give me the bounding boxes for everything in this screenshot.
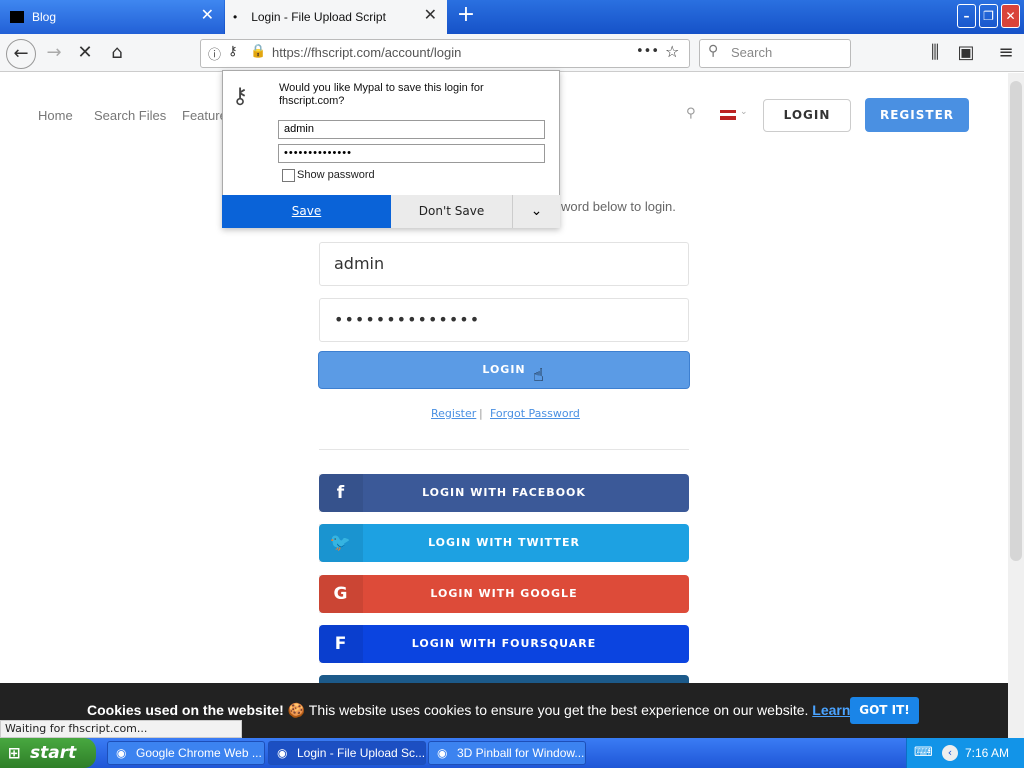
back-icon[interactable]: ← bbox=[6, 39, 36, 69]
show-password-checkbox[interactable] bbox=[282, 169, 295, 182]
popup-password-field[interactable]: •••••••••••••• bbox=[278, 144, 545, 163]
dont-save-button[interactable]: Don't Save bbox=[391, 195, 513, 228]
info-icon[interactable]: ⓘ bbox=[208, 44, 221, 63]
flag-icon[interactable] bbox=[720, 110, 736, 120]
twitter-icon: 🐦 bbox=[319, 524, 363, 562]
google-login-button[interactable]: G LOGIN WITH GOOGLE bbox=[319, 575, 689, 613]
task-browser[interactable]: ◉ Login - File Upload Sc... bbox=[268, 741, 426, 765]
chevron-down-icon[interactable]: ⌄ bbox=[513, 195, 560, 228]
next-social-button[interactable] bbox=[319, 675, 689, 683]
windows-logo-icon: ⊞ bbox=[8, 744, 21, 762]
restore-button[interactable]: ❐ bbox=[979, 4, 998, 28]
menu-icon[interactable]: ≡ bbox=[993, 42, 1019, 64]
password-field[interactable]: •••••••••••••• bbox=[319, 298, 689, 342]
minimize-button[interactable]: – bbox=[957, 4, 976, 28]
key-icon[interactable]: ⚷ bbox=[228, 44, 238, 59]
register-link[interactable]: Register bbox=[431, 407, 476, 420]
header-register-button[interactable]: REGISTER bbox=[865, 98, 969, 132]
facebook-login-label: LOGIN WITH FACEBOOK bbox=[422, 486, 586, 499]
twitter-login-button[interactable]: 🐦 LOGIN WITH TWITTER bbox=[319, 524, 689, 562]
header-login-button[interactable]: LOGIN bbox=[763, 99, 851, 132]
close-window-button[interactable]: ✕ bbox=[1001, 4, 1020, 28]
foursquare-icon: F bbox=[319, 625, 363, 663]
close-tab-icon[interactable]: ✕ bbox=[201, 8, 214, 24]
tab-login[interactable]: • Login - File Upload Script ✕ bbox=[225, 0, 447, 34]
foursquare-login-label: LOGIN WITH FOURSQUARE bbox=[411, 637, 597, 650]
lock-icon: 🔒 bbox=[250, 44, 267, 59]
home-icon[interactable]: ⌂ bbox=[104, 42, 130, 64]
app-icon: ◉ bbox=[437, 746, 448, 760]
url-text[interactable]: https://fhscript.com/account/login bbox=[272, 45, 461, 60]
username-field[interactable]: admin bbox=[319, 242, 689, 286]
scrollbar-thumb[interactable] bbox=[1010, 81, 1022, 561]
task-label: Google Chrome Web ... bbox=[136, 746, 262, 760]
key-icon: ⚷ bbox=[232, 84, 249, 109]
tray-arrow-icon[interactable]: ‹ bbox=[942, 745, 958, 761]
divider bbox=[319, 449, 689, 450]
hand-cursor-icon: ☝ bbox=[533, 365, 544, 386]
got-it-button[interactable]: GOT IT! bbox=[850, 697, 919, 724]
twitter-login-label: LOGIN WITH TWITTER bbox=[428, 536, 580, 549]
page-actions-icon[interactable]: ••• bbox=[636, 44, 659, 59]
search-icon: ⚲ bbox=[708, 43, 719, 59]
google-icon: G bbox=[319, 575, 363, 613]
tab-label: Blog bbox=[32, 10, 57, 24]
facebook-icon: f bbox=[319, 474, 363, 512]
new-tab-button[interactable]: + bbox=[455, 4, 477, 26]
status-bar: Waiting for fhscript.com... bbox=[0, 720, 242, 738]
task-label: Login - File Upload Sc... bbox=[297, 746, 426, 760]
clock: 7:16 AM bbox=[965, 746, 1010, 760]
close-tab-icon[interactable]: ✕ bbox=[424, 8, 437, 24]
google-login-label: LOGIN WITH GOOGLE bbox=[430, 587, 578, 600]
site-search-icon[interactable]: ⚲ bbox=[686, 106, 696, 121]
forward-icon[interactable]: → bbox=[41, 42, 67, 64]
sidebar-icon[interactable]: ▣ bbox=[953, 42, 979, 64]
stop-icon[interactable]: ✕ bbox=[72, 42, 98, 64]
task-chrome[interactable]: ◉ Google Chrome Web ... bbox=[107, 741, 265, 765]
start-button[interactable]: ⊞ start bbox=[0, 738, 96, 768]
search-placeholder: Search bbox=[731, 45, 773, 60]
link-separator: | bbox=[479, 407, 483, 420]
nav-home[interactable]: Home bbox=[38, 108, 73, 123]
task-label: 3D Pinball for Window... bbox=[457, 746, 585, 760]
forgot-password-link[interactable]: Forgot Password bbox=[490, 407, 580, 420]
popup-username-field[interactable]: admin bbox=[278, 120, 545, 139]
bookmark-star-icon[interactable]: ☆ bbox=[665, 42, 679, 61]
tab-label: Login - File Upload Script bbox=[251, 10, 386, 24]
favicon-icon bbox=[10, 11, 24, 23]
keyboard-icon[interactable]: ⌨ bbox=[914, 745, 933, 760]
scrollbar[interactable] bbox=[1008, 73, 1024, 738]
app-icon: ◉ bbox=[277, 746, 288, 760]
cookie-title: Cookies used on the website! bbox=[87, 702, 284, 718]
save-password-button[interactable]: Save bbox=[222, 195, 391, 228]
tab-blog[interactable]: Blog ✕ bbox=[0, 0, 224, 34]
nav-search-files[interactable]: Search Files bbox=[94, 108, 166, 123]
app-icon: ◉ bbox=[116, 746, 127, 760]
start-label: start bbox=[30, 743, 77, 763]
login-submit-button[interactable]: LOGIN bbox=[318, 351, 690, 389]
cookie-message: Cookies used on the website! 🍪 This webs… bbox=[87, 702, 889, 719]
login-intro-text: word below to login. bbox=[561, 199, 676, 214]
facebook-login-button[interactable]: f LOGIN WITH FACEBOOK bbox=[319, 474, 689, 512]
cookie-text: 🍪 This website uses cookies to ensure yo… bbox=[283, 702, 813, 718]
loading-dot-icon: • bbox=[233, 10, 238, 24]
task-pinball[interactable]: ◉ 3D Pinball for Window... bbox=[428, 741, 586, 765]
foursquare-login-button[interactable]: F LOGIN WITH FOURSQUARE bbox=[319, 625, 689, 663]
chevron-down-icon: ⌄ bbox=[740, 107, 748, 117]
library-icon[interactable]: ⫼ bbox=[922, 42, 948, 64]
show-password-label: Show password bbox=[297, 169, 375, 181]
search-input[interactable] bbox=[699, 39, 851, 68]
save-login-prompt: Would you like Mypal to save this login … bbox=[279, 82, 484, 107]
